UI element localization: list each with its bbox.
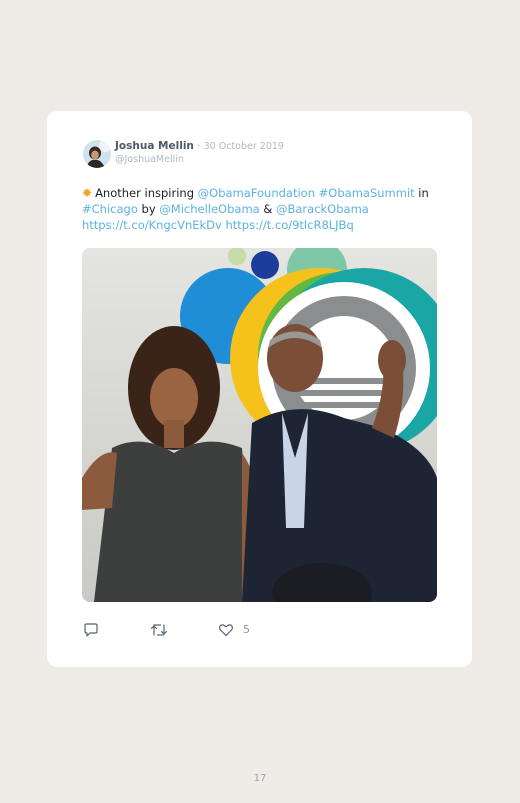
tweet-text-segment: by bbox=[137, 202, 160, 216]
tweet-text-segment: Another inspiring bbox=[95, 186, 198, 200]
page-number: 17 bbox=[253, 773, 267, 784]
tweet-author[interactable]: Joshua Mellin · 30 October 2019 bbox=[115, 140, 284, 153]
reply-icon[interactable] bbox=[83, 622, 99, 638]
author-handle[interactable]: @JoshuaMellin bbox=[115, 154, 184, 166]
author-date-separator: · bbox=[197, 141, 201, 152]
tweet-actions: 5 bbox=[83, 622, 303, 640]
mention-link[interactable]: @ObamaFoundation bbox=[198, 186, 315, 200]
tweet-text-segment: in bbox=[414, 186, 429, 200]
mention-link[interactable]: @MichelleObama bbox=[159, 202, 259, 216]
tweet-url-link[interactable]: https://t.co/KngcVnEkDv bbox=[82, 218, 222, 232]
tweet-text: ✸ Another inspiring @ObamaFoundation #Oba… bbox=[82, 185, 442, 233]
mention-link[interactable]: @BarackObama bbox=[276, 202, 369, 216]
tweet-date[interactable]: 30 October 2019 bbox=[204, 141, 284, 152]
retweet-icon[interactable] bbox=[150, 622, 168, 638]
star-emoji-icon: ✸ bbox=[82, 186, 93, 200]
heart-icon[interactable] bbox=[218, 622, 234, 638]
hashtag-link[interactable]: #Chicago bbox=[82, 202, 138, 216]
like-count: 5 bbox=[243, 623, 250, 636]
tweet-text-segment: & bbox=[259, 202, 276, 216]
tweet-card: Joshua Mellin · 30 October 2019 @JoshuaM… bbox=[47, 111, 472, 667]
tweet-url-link[interactable]: https://t.co/9tlcR8LJBq bbox=[225, 218, 353, 232]
avatar[interactable] bbox=[83, 140, 111, 168]
tweet-photo[interactable] bbox=[82, 248, 437, 602]
author-display-name[interactable]: Joshua Mellin bbox=[115, 140, 194, 152]
hashtag-link[interactable]: #ObamaSummit bbox=[319, 186, 415, 200]
